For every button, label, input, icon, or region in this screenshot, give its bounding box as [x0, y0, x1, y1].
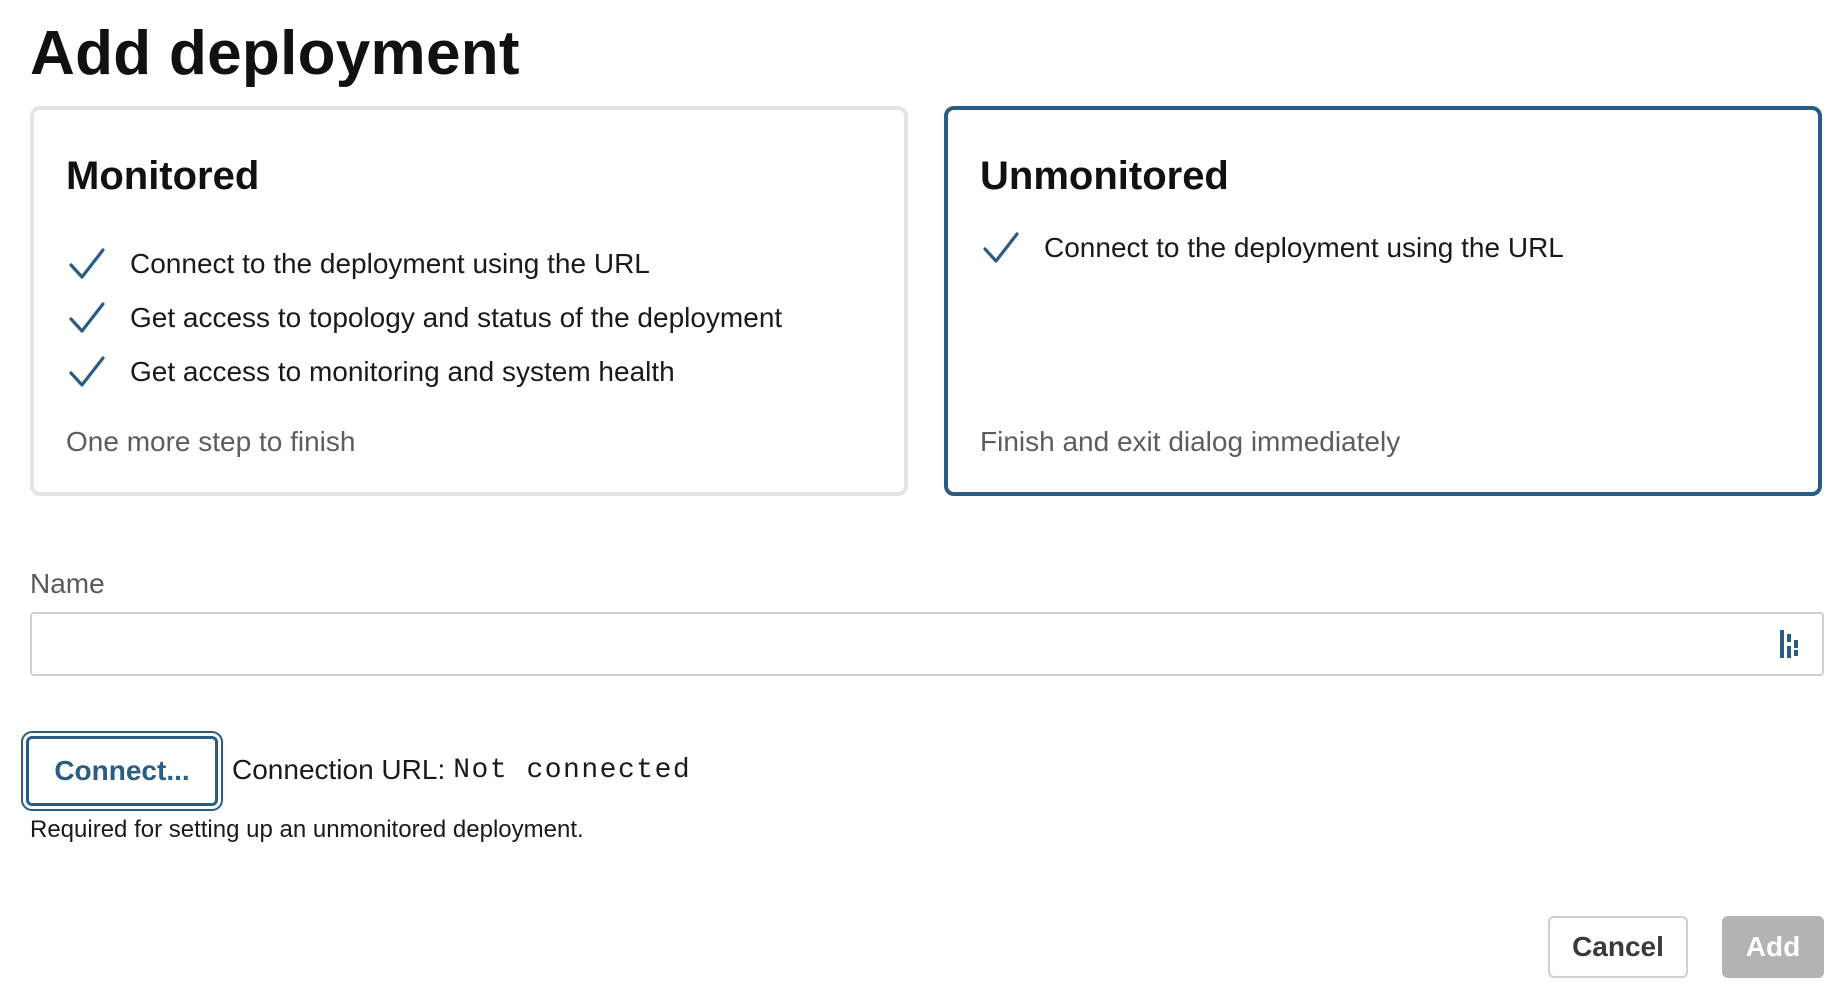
- connection-url-value: Not connected: [453, 754, 692, 786]
- monitored-card-note: One more step to finish: [66, 426, 356, 457]
- password-manager-icon[interactable]: [1776, 628, 1806, 660]
- monitored-card-title: Monitored: [66, 154, 260, 198]
- monitored-option-card[interactable]: Monitored Connect to the deployment usin…: [30, 106, 908, 496]
- unmonitored-option-card[interactable]: Unmonitored Connect to the deployment us…: [944, 106, 1822, 496]
- checkmark-icon: [69, 356, 105, 387]
- monitored-feature-text: Get access to monitoring and system heal…: [130, 356, 675, 387]
- checkmark-icon: [69, 302, 105, 333]
- add-button[interactable]: Add: [1722, 916, 1824, 978]
- connection-url-label: Connection URL:: [232, 754, 446, 785]
- monitored-feature-text: Connect to the deployment using the URL: [130, 248, 650, 279]
- dialog-title: Add deployment: [30, 19, 520, 88]
- monitored-feature-item: Get access to monitoring and system heal…: [66, 350, 675, 394]
- monitored-feature-item: Get access to topology and status of the…: [66, 296, 782, 340]
- monitored-feature-text: Get access to topology and status of the…: [130, 302, 783, 333]
- unmonitored-card-note: Finish and exit dialog immediately: [980, 426, 1401, 457]
- unmonitored-feature-item: Connect to the deployment using the URL: [980, 226, 1564, 270]
- unmonitored-feature-text: Connect to the deployment using the URL: [1044, 232, 1564, 263]
- connection-help-text: Required for setting up an unmonitored d…: [30, 816, 584, 843]
- monitored-feature-item: Connect to the deployment using the URL: [66, 242, 650, 286]
- connection-url: Connection URL: Not connected: [232, 750, 691, 790]
- checkmark-icon: [983, 232, 1019, 263]
- checkmark-icon: [69, 248, 105, 279]
- name-field-label: Name: [30, 568, 105, 599]
- connect-button[interactable]: Connect...: [26, 736, 218, 806]
- name-input[interactable]: [30, 612, 1824, 676]
- unmonitored-card-title: Unmonitored: [980, 154, 1229, 198]
- cancel-button[interactable]: Cancel: [1548, 916, 1688, 978]
